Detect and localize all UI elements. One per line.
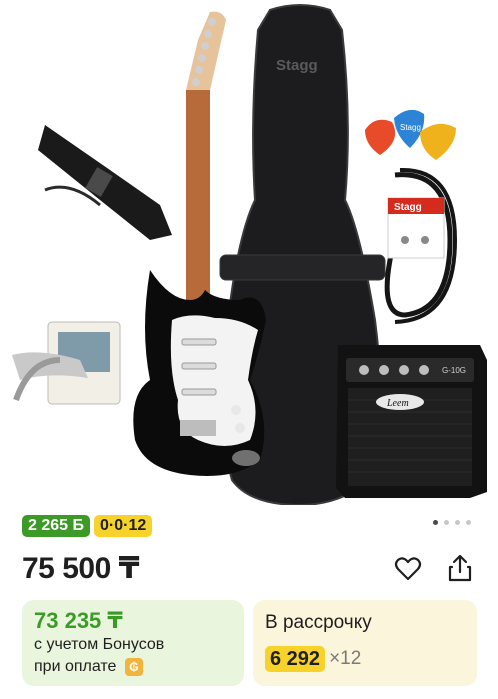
- carousel-dot-4[interactable]: [466, 520, 471, 525]
- carousel-dot-2[interactable]: [444, 520, 449, 525]
- bonus-badge: 2 265 Б: [22, 515, 90, 537]
- guitar-strap: [38, 125, 172, 240]
- capo: [12, 321, 121, 405]
- bag-brand-text: Stagg: [276, 57, 318, 74]
- share-icon: [448, 554, 472, 582]
- bonus-price-card[interactable]: 73 235 ₸ с учетом Бонусов при оплате ₲: [22, 600, 244, 686]
- installment-amount: 6 292: [265, 646, 326, 672]
- carousel-indicator[interactable]: [433, 520, 471, 525]
- promo-badges: 2 265 Б 0·0·12: [22, 515, 153, 537]
- picks-brand-text: Stagg: [400, 123, 421, 132]
- bonus-line-2-row: при оплате ₲: [34, 656, 232, 678]
- favorite-button[interactable]: [393, 554, 423, 584]
- carousel-dot-1[interactable]: [433, 520, 438, 525]
- installment-card[interactable]: В рассрочку 6 292 ×12: [253, 600, 477, 686]
- bonus-line-1: с учетом Бонусов: [34, 636, 165, 653]
- cable-brand-text: Stagg: [394, 202, 422, 213]
- share-button[interactable]: [445, 553, 475, 583]
- installment-title: В рассрочку: [265, 612, 372, 633]
- product-image[interactable]: Stagg Stagg Stagg G-10G Leem: [0, 0, 498, 505]
- bonus-coin-icon: ₲: [124, 657, 143, 676]
- instrument-cable: Stagg: [384, 167, 458, 324]
- installment-months: ×12: [329, 648, 362, 669]
- installment-row: 6 292 ×12: [265, 646, 465, 672]
- carousel-dot-3[interactable]: [455, 520, 460, 525]
- product-price: 75 500 ₸: [22, 552, 139, 585]
- bonus-line-2: при оплате: [34, 658, 117, 675]
- amp-brand-text: Leem: [386, 398, 409, 409]
- guitar-picks: Stagg: [365, 109, 456, 160]
- heart-icon: [394, 557, 422, 581]
- amp-model-text: G-10G: [442, 366, 466, 375]
- amplifier: G-10G Leem: [336, 345, 487, 498]
- installment-badge: 0·0·12: [93, 515, 153, 537]
- bonus-price: 73 235 ₸: [34, 608, 123, 633]
